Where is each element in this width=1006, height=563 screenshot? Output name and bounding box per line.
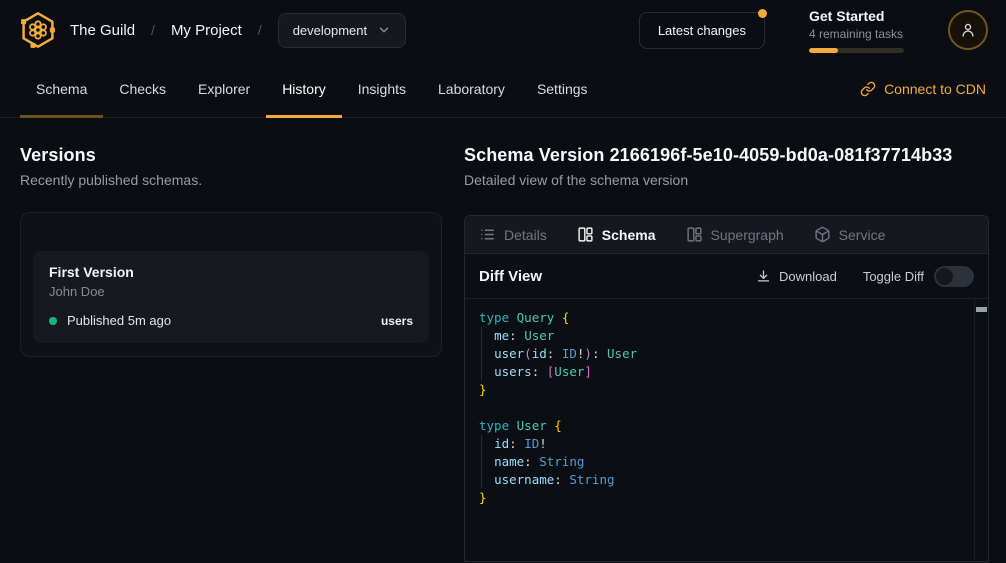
breadcrumb-org[interactable]: The Guild [70,22,135,39]
header-right-cluster: Latest changes Get Started 4 remaining t… [639,8,988,53]
diff-actions: Download Toggle Diff [756,266,974,287]
breadcrumb-project[interactable]: My Project [171,22,242,39]
version-meta-row: Published 5m ago users [49,313,413,328]
code-line: users: [User] [479,363,970,381]
indent-guide [481,435,482,453]
toggle-diff-switch[interactable] [934,266,974,287]
environment-dropdown-value: development [293,23,367,38]
schema-version-subtitle: Detailed view of the schema version [464,172,989,188]
schema-code-editor[interactable]: type Query { me: User user(id: ID!): Use… [465,299,988,561]
code-line: } [479,381,970,399]
schema-version-panel: Schema Version 2166196f-5e10-4059-bd0a-0… [464,118,1006,563]
detail-tab-supergraph[interactable]: Supergraph [686,226,784,243]
versions-panel: Versions Recently published schemas. Fir… [0,118,464,563]
list-icon [479,226,496,243]
breadcrumb: The Guild / My Project / [70,22,262,39]
download-label: Download [779,269,837,284]
environment-dropdown[interactable]: development [278,13,406,48]
published-status-dot [49,317,57,325]
indent-guide [481,345,482,363]
versions-list-card: First Version John Doe Published 5m ago … [20,212,442,357]
code-line: } [479,489,970,507]
user-icon [959,21,977,39]
schema-version-detail-box: Details Schema [464,215,989,562]
detail-tab-details[interactable]: Details [479,226,547,243]
indent-guide [481,327,482,345]
toggle-knob [936,268,953,285]
detail-tab-label: Supergraph [711,227,784,243]
latest-changes-label: Latest changes [658,23,746,38]
version-list-item[interactable]: First Version John Doe Published 5m ago … [33,251,429,343]
download-button[interactable]: Download [756,269,837,284]
version-status: Published 5m ago [67,313,171,328]
connect-to-cdn-label: Connect to CDN [884,81,986,97]
user-avatar[interactable] [948,10,988,50]
primary-nav: Schema Checks Explorer History Insights … [0,60,1006,118]
version-service-badge: users [381,314,413,328]
get-started-progressbar [809,48,904,53]
schema-version-title: Schema Version 2166196f-5e10-4059-bd0a-0… [464,145,989,166]
toggle-diff-control: Toggle Diff [863,266,974,287]
download-icon [756,269,771,284]
detail-tab-schema[interactable]: Schema [577,226,656,243]
tab-laboratory[interactable]: Laboratory [422,60,521,117]
get-started-title: Get Started [809,8,904,24]
notification-dot [758,9,767,18]
tab-insights[interactable]: Insights [342,60,422,117]
get-started-progress-fill [809,48,838,53]
indent-guide [481,363,482,381]
detail-tab-service[interactable]: Service [814,226,886,243]
code-line: name: String [479,453,970,471]
code-line: id: ID! [479,435,970,453]
diff-toolbar: Diff View Download Toggle Diff [465,254,988,299]
code-line: user(id: ID!): User [479,345,970,363]
code-line: username: String [479,471,970,489]
code-line [479,399,970,417]
hive-logo-icon[interactable] [18,10,58,50]
version-name: First Version [49,264,413,280]
cube-icon [814,226,831,243]
breadcrumb-separator: / [151,22,155,38]
breadcrumb-separator: / [258,22,262,38]
columns-icon [686,226,703,243]
tab-history[interactable]: History [266,60,342,117]
tab-settings[interactable]: Settings [521,60,604,117]
code-line: type User { [479,417,970,435]
columns-icon [577,226,594,243]
tab-checks[interactable]: Checks [103,60,182,117]
chevron-down-icon [377,23,391,37]
code-line: type Query { [479,309,970,327]
indent-guide [481,471,482,489]
get-started-subtitle: 4 remaining tasks [809,27,904,41]
detail-tab-label: Details [504,227,547,243]
link-icon [860,81,876,97]
tab-explorer[interactable]: Explorer [182,60,266,117]
app-header: The Guild / My Project / development Lat… [0,0,1006,60]
versions-title: Versions [20,145,442,166]
code-line: me: User [479,327,970,345]
latest-changes-button[interactable]: Latest changes [639,12,765,49]
get-started-widget[interactable]: Get Started 4 remaining tasks [809,8,904,53]
indent-guide [481,453,482,471]
detail-tab-label: Service [839,227,886,243]
versions-subtitle: Recently published schemas. [20,172,442,188]
version-author: John Doe [49,284,413,299]
code-scrollbar[interactable] [974,299,988,561]
detail-tab-label: Schema [602,227,656,243]
detail-tabbar: Details Schema [465,216,988,254]
code-scrollbar-thumb[interactable] [976,307,987,312]
tab-schema[interactable]: Schema [20,60,103,117]
toggle-diff-label: Toggle Diff [863,269,924,284]
connect-to-cdn-link[interactable]: Connect to CDN [860,60,986,117]
main-content: Versions Recently published schemas. Fir… [0,118,1006,563]
code-lines: type Query { me: User user(id: ID!): Use… [479,309,970,507]
diff-view-title: Diff View [479,268,542,285]
